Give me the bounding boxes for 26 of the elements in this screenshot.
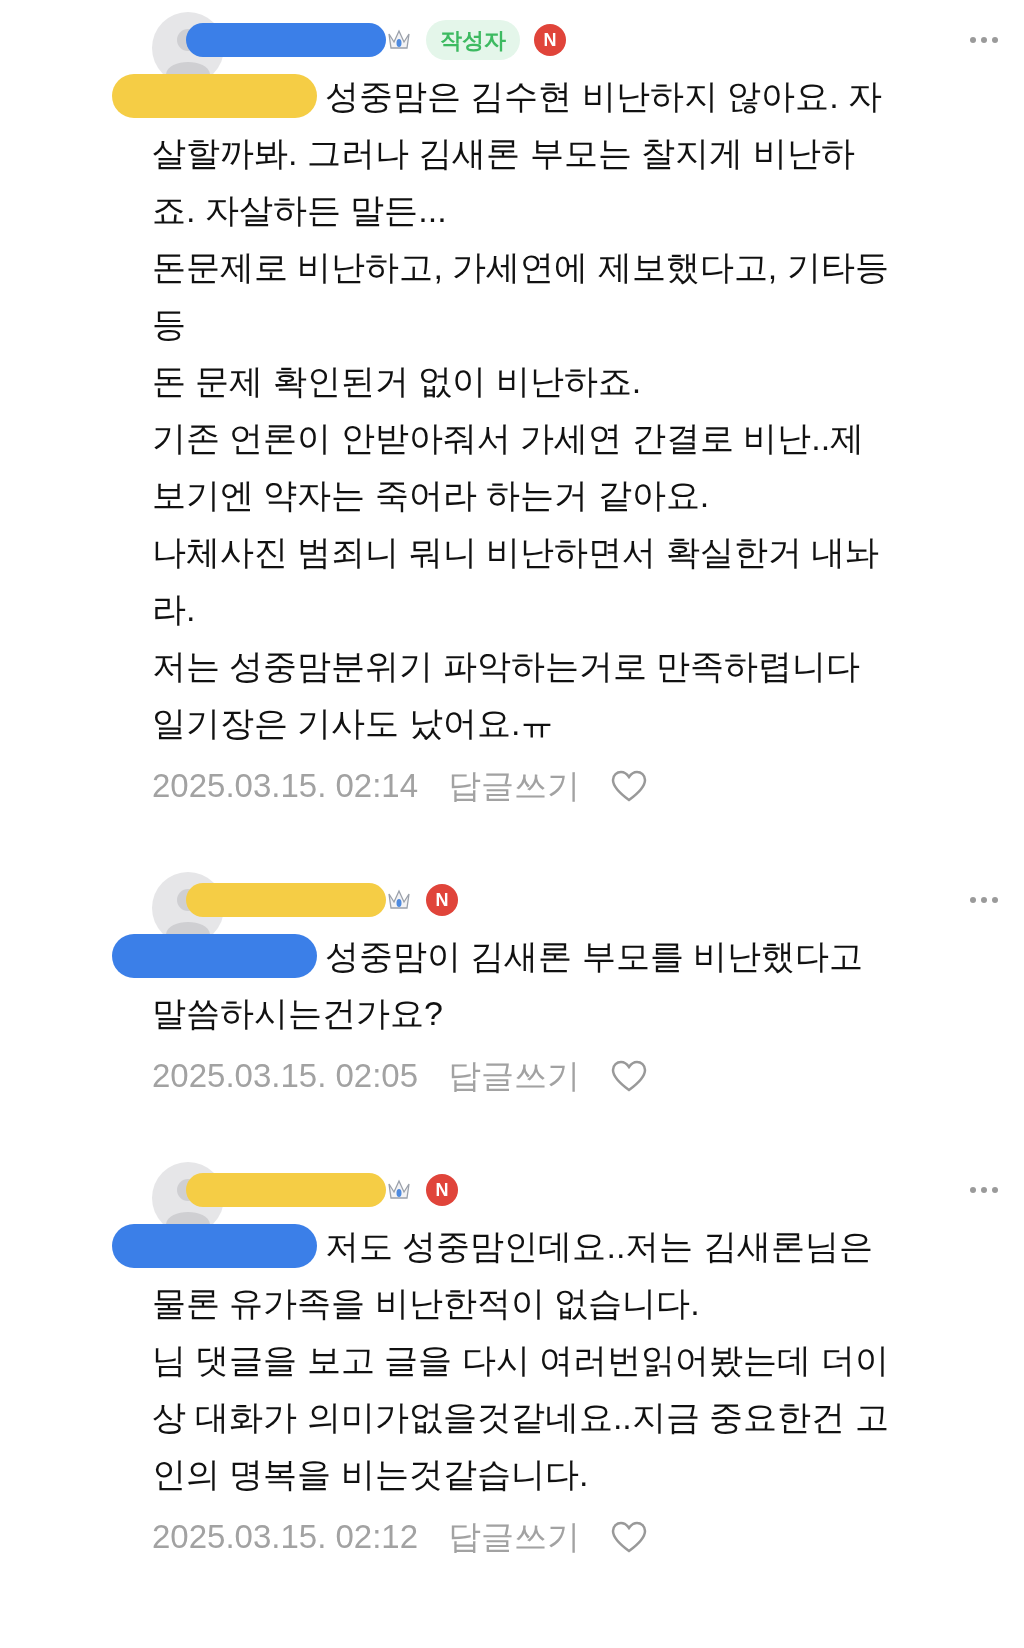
heart-icon[interactable]: [610, 1520, 649, 1554]
author-badge: 작성자: [426, 20, 520, 60]
comment-text: 돈문제로 비난하고, 가세연에 제보했다고, 기타등등: [152, 247, 890, 345]
comment-date: 2025.03.15. 02:14: [152, 766, 419, 807]
comment-text: 저도 성중맘인데요..저는 김새론님은 물론 유가족을 비난한적이 없습니다.: [152, 1226, 874, 1324]
new-badge: N: [534, 24, 566, 56]
comment-date: 2025.03.15. 02:12: [152, 1517, 419, 1558]
comment-text: 님 댓글을 보고 글을 다시 여러번읽어봤는데 더이상 대화가 의미가없을것같네요..지금 중요한건 고인의 명복을 비는것같습니다.: [152, 1340, 890, 1495]
reply-link[interactable]: 답글쓰기: [448, 761, 581, 811]
crown-icon: [386, 1178, 412, 1202]
comment-text: 일기장은 기사도 났어요.ㅠ: [152, 703, 556, 744]
reply-link[interactable]: 답글쓰기: [448, 1051, 581, 1101]
comment-text: 돈 문제 확인된거 없이 비난하죠.: [152, 361, 643, 402]
comment-date: 2025.03.15. 02:05: [152, 1056, 419, 1097]
comment-text: 나체사진 범죄니 뭐니 비난하면서 확실한거 내놔라.: [152, 532, 881, 630]
comment-text: 기존 언론이 안받아줘서 가세연 간결로 비난..제보기엔 약자는 죽어라 하는거 같아요.: [152, 418, 866, 516]
new-badge: N: [426, 884, 458, 916]
reply-link[interactable]: 답글쓰기: [448, 1512, 581, 1562]
crown-icon: [386, 888, 412, 912]
heart-icon[interactable]: [610, 1059, 649, 1093]
crown-icon: [386, 28, 412, 52]
heart-icon[interactable]: [610, 769, 649, 803]
comment-text: 성중맘이 김새론 부모를 비난했다고 말씀하시는건가요?: [152, 936, 865, 1034]
comment-text: 성중맘은 김수현 비난하지 않아요. 자살할까봐. 그러나 김새론 부모는 찰지게 비난하죠. 자살하든 말든...: [152, 76, 884, 231]
comment-text: 저는 성중맘분위기 파악하는거로 만족하렵니다: [152, 646, 862, 687]
new-badge: N: [426, 1174, 458, 1206]
